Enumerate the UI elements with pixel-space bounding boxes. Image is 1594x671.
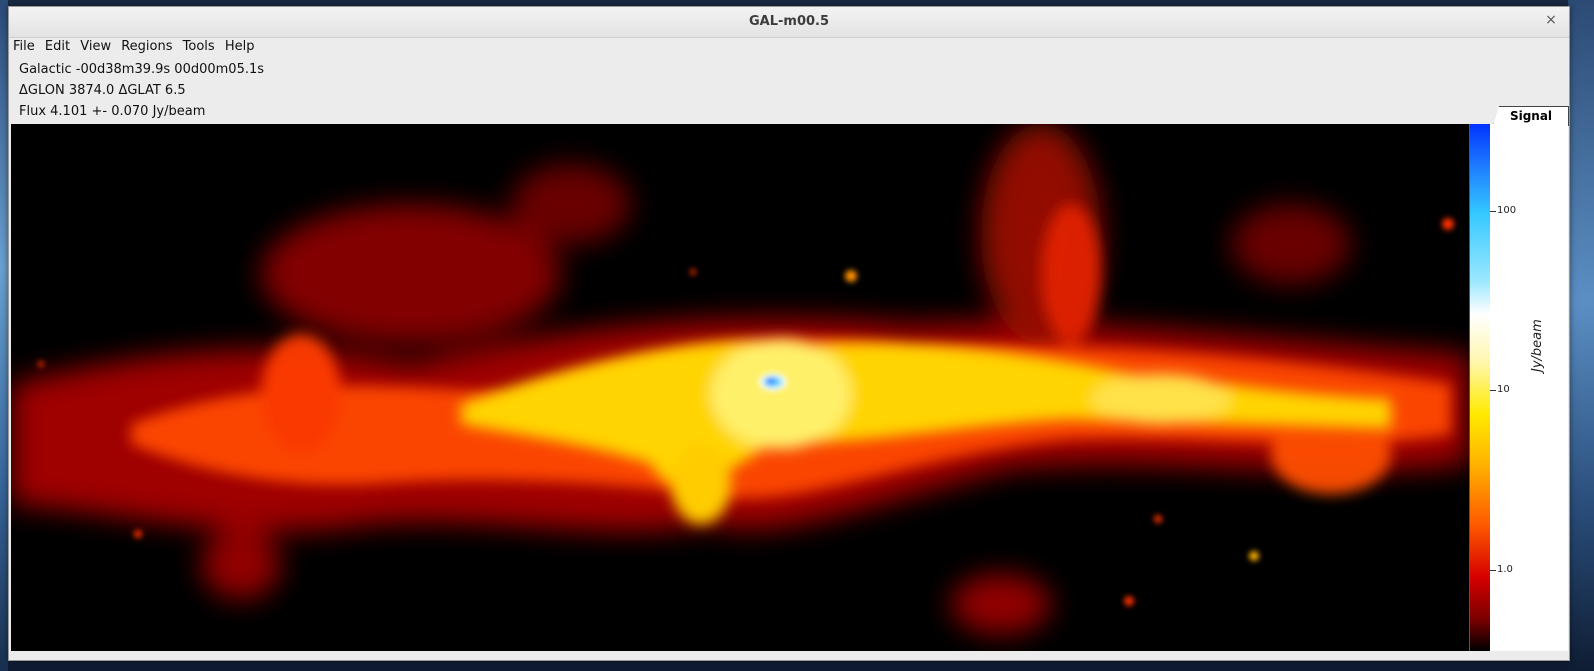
menu-file[interactable]: File [13, 39, 35, 54]
colorbar-tab[interactable]: Signal [1493, 106, 1569, 126]
colorbar-tick [1490, 390, 1496, 391]
colorbar-tick-label: 100 [1497, 205, 1517, 216]
fits-viewer-window: GAL-m00.5 × File Edit View Regions Tools… [8, 6, 1570, 661]
close-icon[interactable]: × [1543, 12, 1559, 28]
menu-edit[interactable]: Edit [45, 39, 70, 54]
delta-readout: ΔGLON 3874.0 ΔGLAT 6.5 [19, 83, 186, 98]
colorbar-tick-label: 1.0 [1497, 564, 1513, 575]
window-title: GAL-m00.5 [748, 14, 830, 29]
flux-readout: Flux 4.101 +- 0.070 Jy/beam [19, 104, 206, 119]
galactic-plane-image [11, 124, 1469, 651]
desktop-background [0, 0, 8, 671]
menu-regions[interactable]: Regions [121, 39, 172, 54]
colorbar-gradient [1470, 124, 1490, 651]
colorbar-panel: 100 10 1.0 Jy/beam [1469, 124, 1568, 651]
colorbar-tick [1490, 570, 1496, 571]
colorbar-tick-label: 10 [1497, 384, 1510, 395]
image-canvas[interactable] [11, 124, 1469, 651]
colorbar-tick [1490, 211, 1496, 212]
menu-tools[interactable]: Tools [183, 39, 215, 54]
menubar: File Edit View Regions Tools Help [13, 39, 260, 57]
coordinate-readout: Galactic -00d38m39.9s 00d00m05.1s [19, 62, 265, 77]
titlebar[interactable]: GAL-m00.5 × [9, 7, 1569, 38]
colorbar-unit-label: Jy/beam [1530, 319, 1545, 372]
menu-help[interactable]: Help [225, 39, 255, 54]
desktop-background-right [1568, 0, 1594, 671]
menu-view[interactable]: View [80, 39, 111, 54]
